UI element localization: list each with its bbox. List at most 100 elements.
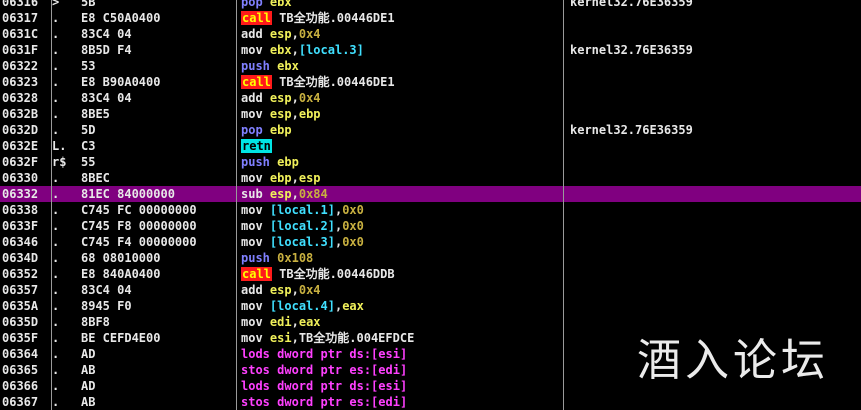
operand xyxy=(263,315,270,329)
operand: esi xyxy=(269,331,292,345)
instruction-row[interactable]: 06330. 8BEC mov ebp,esp xyxy=(0,170,861,186)
operand xyxy=(263,91,270,105)
address-cell: 0632F xyxy=(2,155,39,169)
mnemonic: call xyxy=(241,75,272,89)
hex-bytes-cell: 83C4 04 xyxy=(81,27,132,41)
flow-marker: . xyxy=(52,331,60,345)
address-cell: 06316 xyxy=(2,0,39,9)
instruction-row[interactable]: 06338. C745 FC 00000000 mov [local.1],0x0 xyxy=(0,202,861,218)
operand: ebx xyxy=(269,0,292,9)
comment-cell: kernel32.76E36359 xyxy=(570,0,693,9)
hex-bytes-cell: 68 08010000 xyxy=(81,251,161,265)
address-cell: 06332 xyxy=(2,187,39,201)
mnemonic: add xyxy=(241,283,263,297)
column-divider-bytes xyxy=(236,0,237,410)
instruction-row[interactable]: 0631F. 8B5D F4 mov ebx,[local.3] kernel32.7… xyxy=(0,42,861,58)
instruction-row[interactable]: 0632D. 5D pop ebp kernel32.76E36359 xyxy=(0,122,861,138)
operand: esp xyxy=(269,107,292,121)
instruction-cell: push 0x108 xyxy=(241,250,551,266)
instruction-row[interactable]: 0632E L. C3 retn xyxy=(0,138,861,154)
instruction-row[interactable]: 06316 >5B pop ebx kernel32.76E36359 xyxy=(0,0,861,10)
comment-cell xyxy=(570,74,850,90)
instruction-row[interactable]: 0635A. 8945 F0 mov [local.4],eax xyxy=(0,298,861,314)
hex-bytes-cell: 8BEC xyxy=(81,171,110,185)
mnemonic: sub xyxy=(241,187,263,201)
flow-marker: . xyxy=(52,11,60,25)
comment-cell xyxy=(570,58,850,74)
address-cell: 06323 xyxy=(2,75,39,89)
operand: eax xyxy=(298,315,321,329)
operand: TB全功能.00446DE1 xyxy=(271,11,395,25)
hex-bytes-cell: 8B5D F4 xyxy=(81,43,132,57)
address-cell: 0635A xyxy=(2,299,39,313)
flow-marker: > xyxy=(52,0,60,9)
operand: ebp xyxy=(269,123,292,137)
address-cell: 06364 xyxy=(2,347,39,361)
comment-cell xyxy=(570,138,850,154)
operand: , xyxy=(291,43,299,57)
mnemonic: add xyxy=(241,91,263,105)
selected-instruction-row[interactable]: 06332. 81EC 84000000 sub esp,0x84 xyxy=(0,186,861,202)
hex-bytes-cell: 83C4 04 xyxy=(81,91,132,105)
operand xyxy=(263,43,270,57)
operand: [local.3] xyxy=(298,43,364,57)
instruction-row[interactable]: 06367. AB stos dword ptr es:[edi] xyxy=(0,394,861,410)
instruction-row[interactable]: 0633F. C745 F8 00000000 mov [local.2],0x0 xyxy=(0,218,861,234)
comment-cell xyxy=(570,234,850,250)
instruction-cell: mov ebp,esp xyxy=(241,170,551,186)
instruction-row[interactable]: 06346. C745 F4 00000000 mov [local.3],0x0 xyxy=(0,234,861,250)
address-cell: 06317 xyxy=(2,11,39,25)
instruction-cell: mov [local.1],0x0 xyxy=(241,202,551,218)
instruction-cell: mov edi,eax xyxy=(241,314,551,330)
operand xyxy=(263,123,270,137)
operand: [local.2] xyxy=(269,219,335,233)
operand: eax xyxy=(342,299,364,313)
instruction-row[interactable]: 0634D. 68 08010000 push 0x108 xyxy=(0,250,861,266)
operand: ebx xyxy=(277,59,299,73)
flow-marker: . xyxy=(52,219,60,233)
flow-marker: r$ xyxy=(52,155,67,169)
operand: ,TB全功能.004EFDCE xyxy=(291,331,415,345)
address-cell: 06366 xyxy=(2,379,39,393)
instruction-row[interactable]: 06317. E8 C50A0400 call TB全功能.00446DE1 xyxy=(0,10,861,26)
operand: , xyxy=(291,315,299,329)
address-cell: 06330 xyxy=(2,171,39,185)
comment-cell xyxy=(570,298,850,314)
flow-marker: . xyxy=(52,363,60,377)
mnemonic: pop xyxy=(241,0,263,9)
operand: 0x108 xyxy=(277,251,314,265)
instruction-cell: call TB全功能.00446DE1 xyxy=(241,10,551,26)
operand xyxy=(263,331,270,345)
instruction-row[interactable]: 06352. E8 840A0400 call TB全功能.00446DDB xyxy=(0,266,861,282)
operand: , xyxy=(291,171,299,185)
instruction-row[interactable]: 06323. E8 B90A0400 call TB全功能.00446DE1 xyxy=(0,74,861,90)
instruction-row[interactable]: 06328. 83C4 04 add esp,0x4 xyxy=(0,90,861,106)
operand: , xyxy=(291,187,299,201)
mnemonic: stos dword ptr es:[edi] xyxy=(241,363,408,377)
mnemonic: call xyxy=(241,267,272,281)
operand: , xyxy=(291,283,299,297)
address-cell: 0635D xyxy=(2,315,39,329)
operand: esp xyxy=(269,91,292,105)
comment-cell xyxy=(570,154,850,170)
instruction-row[interactable]: 0632F r$ 55 push ebp xyxy=(0,154,861,170)
instruction-row[interactable]: 06357. 83C4 04 add esp,0x4 xyxy=(0,282,861,298)
comment-cell xyxy=(570,202,850,218)
operand: , xyxy=(291,107,299,121)
operand: TB全功能.00446DE1 xyxy=(271,75,395,89)
hex-bytes-cell: E8 C50A0400 xyxy=(81,11,161,25)
instruction-row[interactable]: 0631C. 83C4 04 add esp,0x4 xyxy=(0,26,861,42)
comment-cell xyxy=(570,90,850,106)
operand xyxy=(263,187,270,201)
comment-cell xyxy=(570,106,850,122)
operand: TB全功能.00446DDB xyxy=(271,267,395,281)
hex-bytes-cell: 55 xyxy=(81,155,96,169)
mnemonic: push xyxy=(241,155,270,169)
hex-bytes-cell: 83C4 04 xyxy=(81,283,132,297)
mnemonic: push xyxy=(241,251,270,265)
instruction-cell: push ebp xyxy=(241,154,551,170)
operand xyxy=(263,203,270,217)
operand xyxy=(263,219,270,233)
instruction-row[interactable]: 0632B. 8BE5 mov esp,ebp xyxy=(0,106,861,122)
instruction-row[interactable]: 06322. 53 push ebx xyxy=(0,58,861,74)
